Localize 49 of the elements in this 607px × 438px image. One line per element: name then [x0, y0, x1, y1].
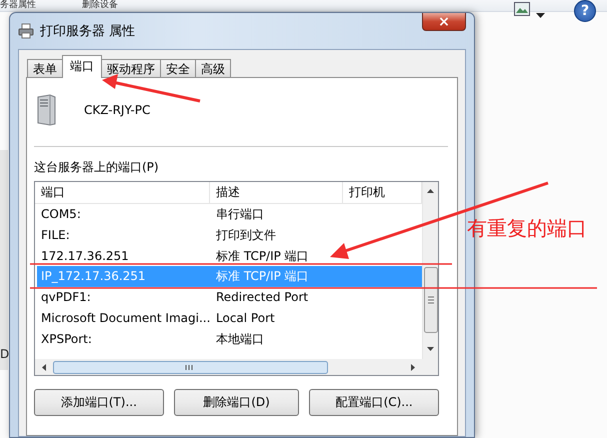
tab[interactable]: 驱动程序: [101, 59, 161, 78]
description-cell-text: 本地端口: [215, 330, 265, 348]
action-button[interactable]: 配置端口(C)...: [309, 389, 439, 416]
server-name: CKZ-RJY-PC: [84, 103, 150, 117]
table-row[interactable]: Microsoft Document Imagi... Local Port: [37, 308, 422, 329]
picture-icon[interactable]: [514, 2, 530, 16]
scroll-left-icon[interactable]: [42, 364, 46, 370]
tab[interactable]: 安全: [160, 59, 196, 78]
window-title: 打印服务器 属性: [40, 23, 136, 40]
tab[interactable]: 表单: [27, 59, 63, 78]
scroll-up-icon[interactable]: [427, 189, 434, 193]
column-header[interactable]: 描述: [210, 182, 343, 203]
action-button[interactable]: 添加端口(T)...: [34, 389, 164, 416]
cut-text: D: [0, 347, 10, 361]
menu-item[interactable]: 务器属性: [0, 0, 36, 11]
port-cell-text: 172.17.36.251: [40, 248, 130, 265]
port-cell-text: FILE:: [40, 226, 71, 244]
description-cell-text: Redirected Port: [215, 289, 310, 306]
port-cell-text: Microsoft Document Imagi...: [40, 310, 212, 327]
table-row[interactable]: XPSPort: 本地端口: [37, 328, 422, 350]
port-cell-text: XPSPort:: [40, 330, 93, 348]
ports-list[interactable]: 端口 描述 打印机 COM5: 串行端口 FILE: 打印到文件 172.17.36.251 标准 TCP/IP 端口 IP_172.17.36.251 标准 TCP/IP 端口 qvPDF1: Redirected Port Microsoft Document Imagi... Local Port XPSPort: 本地端口: [34, 181, 439, 376]
column-header[interactable]: 端口: [35, 182, 210, 203]
description-cell-text: 打印到文件: [215, 226, 277, 244]
port-cell-text: qvPDF1:: [40, 289, 92, 306]
port-cell-text: COM5:: [40, 206, 82, 223]
table-row[interactable]: qvPDF1: Redirected Port: [37, 287, 422, 308]
description-cell-text: 串行端口: [215, 206, 265, 223]
table-row[interactable]: COM5: 串行端口: [37, 204, 422, 225]
scroll-right-icon[interactable]: [411, 364, 415, 370]
description-cell-text: 标准 TCP/IP 端口: [215, 248, 310, 265]
annotation-text: 有重复的端口: [467, 216, 587, 240]
scrollbar-thumb[interactable]: [53, 360, 328, 374]
scrollbar-thumb[interactable]: [424, 267, 438, 333]
dropdown-arrow-icon[interactable]: [536, 13, 545, 18]
scroll-down-icon[interactable]: [427, 347, 434, 351]
table-row[interactable]: FILE: 打印到文件: [37, 224, 422, 246]
table-row[interactable]: 172.17.36.251 标准 TCP/IP 端口: [37, 246, 422, 266]
description-cell-text: 标准 TCP/IP 端口: [215, 268, 310, 286]
section-label: 这台服务器上的端口(P): [34, 159, 160, 176]
printer-icon: [18, 23, 34, 39]
description-cell-text: Local Port: [215, 310, 276, 327]
computer-tower-icon: [36, 94, 56, 126]
tab[interactable]: 高级: [195, 59, 231, 78]
menu-item[interactable]: 删除设备: [82, 0, 118, 11]
close-button[interactable]: ×: [422, 13, 466, 31]
tab[interactable]: 端口: [62, 55, 102, 78]
port-cell-text: IP_172.17.36.251: [40, 268, 147, 286]
action-button[interactable]: 删除端口(D): [174, 389, 300, 416]
